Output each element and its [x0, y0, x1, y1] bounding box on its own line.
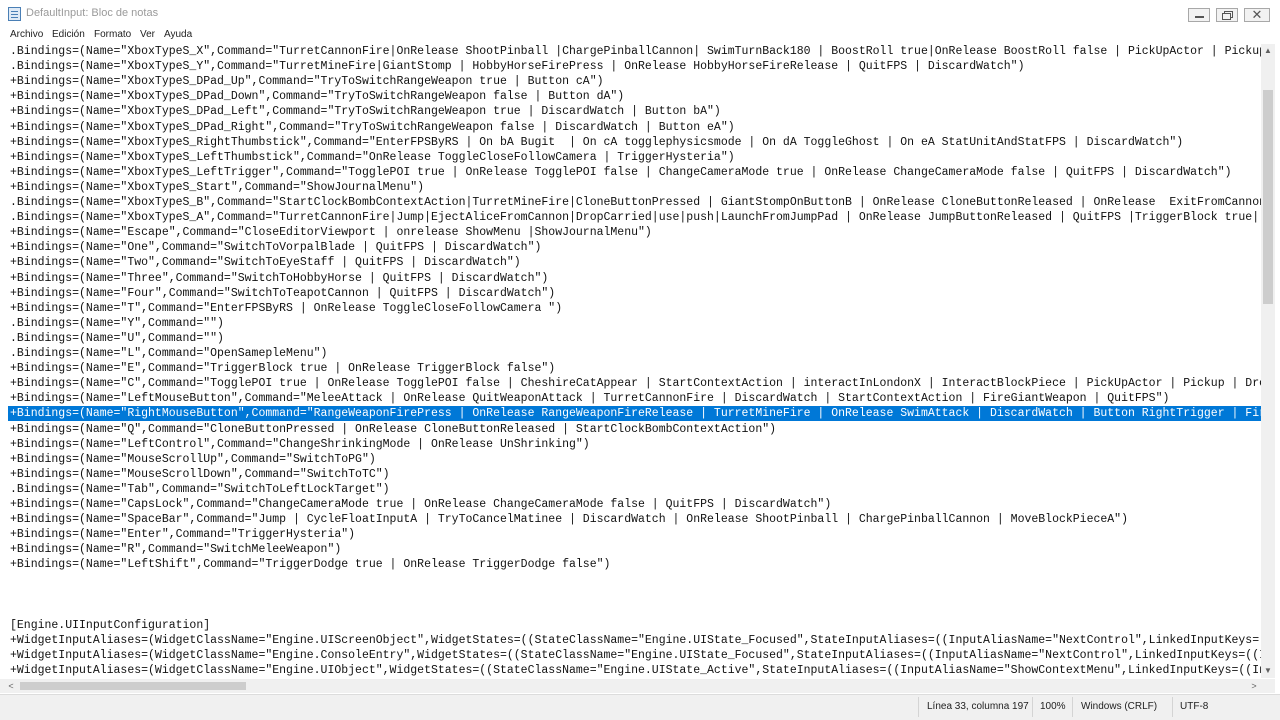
code-line: +Bindings=(Name="LeftControl",Command="C…: [10, 437, 590, 451]
vertical-scrollbar[interactable]: ▲ ▼: [1261, 44, 1275, 678]
code-line: +Bindings=(Name="C",Command="TogglePOI t…: [10, 377, 1261, 391]
code-line: +Bindings=(Name="XboxTypeS_DPad_Down",Co…: [10, 90, 625, 104]
status-divider: [918, 697, 919, 717]
code-line: +Bindings=(Name="SpaceBar",Command="Jump…: [10, 513, 1128, 527]
code-line: +Bindings=(Name="XboxTypeS_DPad_Left",Co…: [10, 105, 721, 119]
notepad-window: DefaultInput: Bloc de notas ✕ Archivo Ed…: [0, 0, 1280, 720]
menu-ver[interactable]: Ver: [140, 28, 155, 42]
restore-button[interactable]: [1216, 8, 1238, 22]
code-line: [Engine.UIInputConfiguration]: [10, 618, 211, 632]
code-line: +Bindings=(Name="One",Command="SwitchToV…: [10, 241, 542, 255]
scrollbar-corner: [1261, 679, 1275, 693]
code-line: +Bindings=(Name="XboxTypeS_DPad_Right",C…: [10, 120, 735, 134]
code-line: +Bindings=(Name="Escape",Command="CloseE…: [10, 226, 652, 240]
scroll-down-icon[interactable]: ▼: [1261, 664, 1275, 678]
code-line: .Bindings=(Name="U",Command=""): [10, 331, 224, 345]
scroll-up-icon[interactable]: ▲: [1261, 44, 1275, 58]
title-bar: DefaultInput: Bloc de notas ✕: [0, 0, 1280, 29]
horizontal-scroll-thumb[interactable]: [20, 682, 246, 690]
selected-code-line: +Bindings=(Name="RightMouseButton",Comma…: [8, 406, 1261, 422]
menu-edicion[interactable]: Edición: [52, 28, 85, 42]
notepad-icon: [8, 7, 21, 21]
code-line: .Bindings=(Name="Y",Command=""): [10, 316, 224, 330]
code-line: +Bindings=(Name="MouseScrollUp",Command=…: [10, 452, 376, 466]
status-divider: [1172, 697, 1173, 717]
code-line: +Bindings=(Name="MouseScrollDown",Comman…: [10, 467, 390, 481]
menu-bar: Archivo Edición Formato Ver Ayuda: [0, 28, 1280, 42]
minimize-button[interactable]: [1188, 8, 1210, 22]
code-line: +WidgetInputAliases=(WidgetClassName="En…: [10, 633, 1261, 647]
menu-formato[interactable]: Formato: [94, 28, 131, 42]
vertical-scroll-thumb[interactable]: [1263, 90, 1273, 304]
window-title: DefaultInput: Bloc de notas: [26, 7, 159, 19]
menu-ayuda[interactable]: Ayuda: [164, 28, 192, 42]
close-button[interactable]: ✕: [1244, 7, 1270, 22]
status-encoding: UTF-8: [1180, 701, 1209, 712]
code-line: +Bindings=(Name="XboxTypeS_Start",Comman…: [10, 180, 425, 194]
code-line: +Bindings=(Name="XboxTypeS_LeftThumbstic…: [10, 150, 735, 164]
status-bar: Línea 33, columna 197 100% Windows (CRLF…: [0, 694, 1280, 720]
code-line: +Bindings=(Name="Two",Command="SwitchToE…: [10, 256, 521, 270]
code-line: .Bindings=(Name="XboxTypeS_X",Command="T…: [10, 45, 1261, 58]
code-line: .Bindings=(Name="XboxTypeS_A",Command="T…: [10, 211, 1261, 225]
menu-archivo[interactable]: Archivo: [10, 28, 43, 42]
code-line: +Bindings=(Name="Enter",Command="Trigger…: [10, 528, 356, 542]
code-line: +WidgetInputAliases=(WidgetClassName="En…: [10, 649, 1261, 662]
code-line: +WidgetInputAliases=(WidgetClassName="En…: [10, 664, 1261, 678]
scroll-right-icon[interactable]: >: [1247, 679, 1261, 693]
code-line: .Bindings=(Name="L",Command="OpenSameple…: [10, 347, 328, 360]
code-line: +Bindings=(Name="E",Command="TriggerBloc…: [10, 362, 556, 376]
status-divider: [1032, 697, 1033, 717]
code-line: +Bindings=(Name="Three",Command="SwitchT…: [10, 271, 549, 285]
horizontal-scrollbar[interactable]: < >: [0, 679, 1261, 693]
code-line: +Bindings=(Name="Q",Command="CloneButton…: [10, 422, 777, 436]
status-line-ending: Windows (CRLF): [1081, 701, 1158, 712]
code-line: +Bindings=(Name="CapsLock",Command="Chan…: [10, 498, 832, 511]
code-line: +Bindings=(Name="LeftMouseButton",Comman…: [10, 392, 1170, 406]
code-line: +Bindings=(Name="Four",Command="SwitchTo…: [10, 286, 556, 300]
code-line: .Bindings=(Name="XboxTypeS_Y",Command="T…: [10, 60, 1025, 74]
code-line: +Bindings=(Name="XboxTypeS_LeftTrigger",…: [10, 165, 1232, 179]
status-zoom: 100%: [1040, 701, 1066, 712]
close-icon: ✕: [1251, 7, 1263, 22]
code-line: +Bindings=(Name="LeftShift",Command="Tri…: [10, 558, 611, 572]
code-line: +Bindings=(Name="XboxTypeS_DPad_Up",Comm…: [10, 75, 604, 89]
code-line: +Bindings=(Name="R",Command="SwitchMelee…: [10, 543, 342, 557]
code-line: .Bindings=(Name="Tab",Command="SwitchToL…: [10, 482, 390, 496]
code-line: +Bindings=(Name="T",Command="EnterFPSByR…: [10, 301, 563, 315]
status-position: Línea 33, columna 197: [927, 701, 1029, 712]
code-line: +Bindings=(Name="XboxTypeS_RightThumbsti…: [10, 135, 1184, 149]
text-editor[interactable]: .Bindings=(Name="XboxTypeS_X",Command="T…: [0, 44, 1261, 678]
code-line: .Bindings=(Name="XboxTypeS_B",Command="S…: [10, 196, 1261, 209]
status-divider: [1072, 697, 1073, 717]
scroll-left-icon[interactable]: <: [4, 679, 18, 693]
